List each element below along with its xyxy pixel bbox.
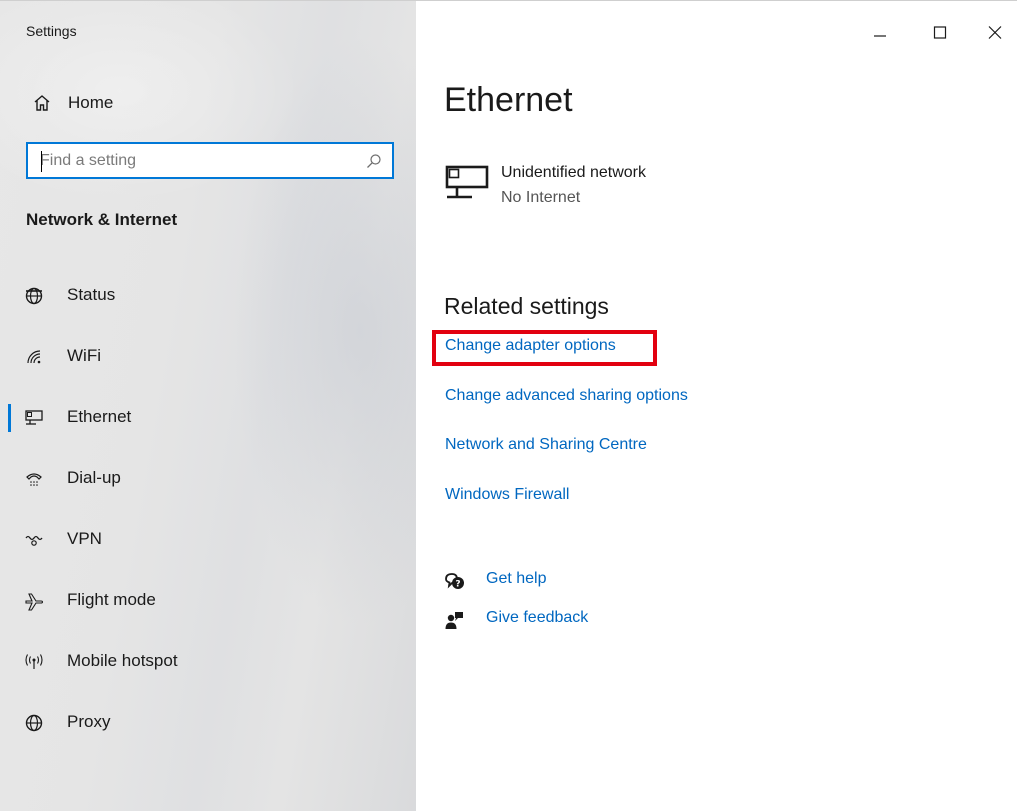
sidebar-item-wifi[interactable]: WiFi — [0, 335, 416, 379]
search-box[interactable] — [26, 142, 394, 179]
section-title: Network & Internet — [26, 210, 178, 229]
sidebar-item-label: Home — [68, 93, 114, 112]
sidebar-item-vpn[interactable]: VPN — [0, 518, 416, 562]
network-status-card[interactable]: Unidentified network No Internet — [444, 159, 764, 215]
sidebar-item-label: Status — [67, 285, 116, 304]
hotspot-icon — [24, 652, 44, 672]
sidebar-item-label: Dial-up — [67, 468, 121, 487]
sidebar-item-label: VPN — [67, 529, 102, 548]
network-sharing-centre-link[interactable]: Network and Sharing Centre — [445, 436, 647, 454]
sidebar-item-label: Proxy — [67, 712, 111, 731]
maximize-icon — [933, 26, 947, 39]
vpn-icon — [24, 530, 44, 550]
close-icon — [988, 26, 1002, 39]
sidebar-item-proxy[interactable]: Proxy — [0, 701, 416, 745]
sidebar-item-label: Flight mode — [67, 590, 156, 609]
feedback-person-icon — [444, 610, 466, 632]
sidebar-item-flight-mode[interactable]: Flight mode — [0, 579, 416, 623]
close-button[interactable] — [972, 15, 1017, 49]
search-input[interactable] — [40, 150, 340, 172]
network-status: No Internet — [501, 189, 581, 206]
text-caret — [41, 151, 42, 172]
proxy-globe-icon — [24, 713, 44, 733]
get-help-link[interactable]: Get help — [486, 570, 546, 588]
sidebar-item-label: WiFi — [67, 346, 101, 365]
change-advanced-sharing-options-link[interactable]: Change advanced sharing options — [445, 387, 688, 405]
search-icon[interactable] — [366, 153, 382, 169]
home-icon — [32, 93, 52, 113]
ethernet-icon — [24, 408, 44, 428]
windows-firewall-link[interactable]: Windows Firewall — [445, 486, 569, 504]
airplane-icon — [24, 591, 44, 611]
sidebar-item-home[interactable]: Home — [0, 85, 416, 121]
sidebar-item-status[interactable]: Status — [0, 274, 416, 318]
minimize-icon — [874, 35, 886, 37]
svg-text:?: ? — [455, 580, 460, 590]
get-help-row[interactable]: ? Get help — [444, 568, 744, 596]
selection-indicator — [8, 404, 11, 432]
give-feedback-row[interactable]: Give feedback — [444, 607, 744, 635]
give-feedback-link[interactable]: Give feedback — [486, 609, 588, 627]
minimize-button[interactable] — [857, 15, 903, 49]
related-settings-title: Related settings — [444, 293, 609, 319]
sidebar-item-ethernet[interactable]: Ethernet — [0, 396, 416, 440]
change-adapter-options-link[interactable]: Change adapter options — [445, 337, 616, 355]
page-title: Ethernet — [444, 81, 573, 119]
app-title: Settings — [26, 23, 77, 39]
sidebar-item-mobile-hotspot[interactable]: Mobile hotspot — [0, 640, 416, 684]
help-chat-icon: ? — [444, 571, 466, 593]
globe-status-icon — [24, 286, 44, 306]
dial-up-icon — [24, 469, 44, 489]
ethernet-network-icon — [444, 163, 490, 203]
settings-window: Settings Home Network & Internet Status — [0, 0, 1017, 811]
sidebar-item-label: Mobile hotspot — [67, 651, 178, 670]
sidebar: Settings Home Network & Internet Status — [0, 1, 416, 811]
network-name: Unidentified network — [501, 164, 646, 181]
wifi-icon — [24, 347, 44, 367]
maximize-button[interactable] — [917, 15, 963, 49]
sidebar-item-dial-up[interactable]: Dial-up — [0, 457, 416, 501]
sidebar-item-label: Ethernet — [67, 407, 132, 426]
